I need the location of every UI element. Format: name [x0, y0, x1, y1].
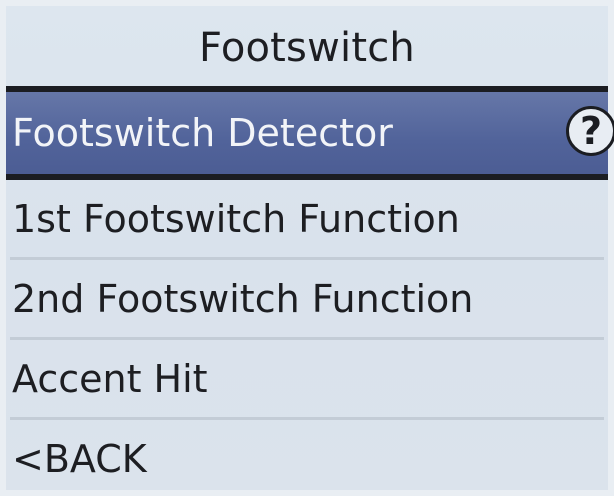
menu-item-label: 1st Footswitch Function	[12, 196, 460, 241]
page-title: Footswitch	[199, 25, 415, 71]
menu-list: Footswitch Detector ? 1st Footswitch Fun…	[6, 86, 614, 496]
menu-item-label: 2nd Footswitch Function	[12, 276, 474, 321]
menu-item-footswitch-detector[interactable]: Footswitch Detector ?	[6, 92, 614, 174]
menu-item-1st-footswitch-function[interactable]: 1st Footswitch Function	[6, 180, 608, 257]
help-icon[interactable]: ?	[566, 106, 614, 156]
menu-item-label: Footswitch Detector	[12, 111, 393, 155]
title-bar: Footswitch	[6, 6, 608, 86]
menu-item-accent-hit[interactable]: Accent Hit	[6, 340, 608, 417]
device-screen: Footswitch Footswitch Detector ? 1st Foo…	[0, 0, 614, 496]
menu-item-2nd-footswitch-function[interactable]: 2nd Footswitch Function	[6, 260, 608, 337]
menu-item-label: Accent Hit	[12, 356, 208, 401]
menu-item-label: <BACK	[12, 436, 147, 481]
menu-item-back[interactable]: <BACK	[6, 420, 608, 496]
